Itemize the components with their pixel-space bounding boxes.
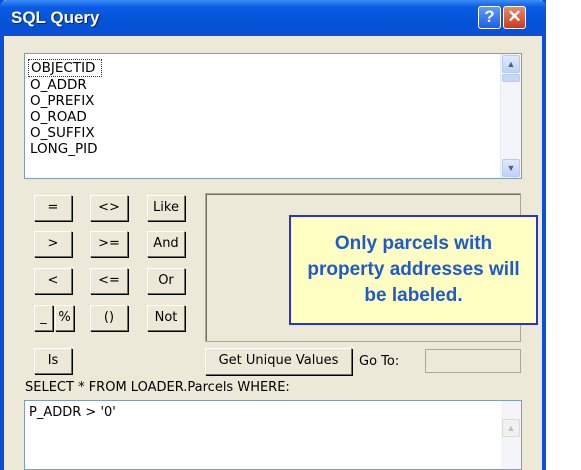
- scroll-down-arrow-icon[interactable]: ▼: [502, 159, 520, 177]
- sql-scrollbar[interactable]: ▲: [501, 401, 521, 469]
- scroll-thumb[interactable]: [502, 74, 520, 82]
- sql-prefix-label: SELECT * FROM LOADER.Parcels WHERE:: [25, 380, 290, 395]
- help-button[interactable]: ?: [478, 6, 501, 29]
- and-button[interactable]: And: [147, 231, 185, 257]
- equals-button[interactable]: =: [34, 195, 72, 221]
- field-item[interactable]: O_PREFIX: [28, 93, 521, 109]
- greater-than-button[interactable]: >: [34, 231, 72, 257]
- window-title: SQL Query: [11, 8, 100, 27]
- greater-equal-button[interactable]: >=: [90, 231, 128, 257]
- sql-expression-textarea[interactable]: P_ADDR > '0' ▲: [24, 400, 522, 470]
- or-button[interactable]: Or: [147, 268, 185, 294]
- get-unique-values-button[interactable]: Get Unique Values: [205, 348, 352, 375]
- annotation-callout: Only parcels with property addresses wil…: [289, 215, 538, 325]
- scroll-up-arrow-icon[interactable]: ▲: [502, 419, 520, 437]
- field-item[interactable]: O_ADDR: [28, 77, 521, 93]
- scroll-up-arrow-icon[interactable]: ▲: [502, 55, 520, 73]
- callout-text: Only parcels with property addresses wil…: [307, 233, 520, 306]
- not-button[interactable]: Not: [147, 305, 185, 331]
- field-item[interactable]: LONG_PID: [28, 141, 521, 157]
- underscore-button[interactable]: _: [34, 305, 53, 331]
- less-equal-button[interactable]: <=: [90, 268, 128, 294]
- title-bar[interactable]: SQL Query ? ✕: [0, 0, 546, 36]
- go-to-input[interactable]: [425, 349, 521, 373]
- field-list-scrollbar[interactable]: ▲ ▼: [500, 54, 521, 178]
- parentheses-button[interactable]: (): [90, 305, 128, 331]
- like-button[interactable]: Like: [147, 195, 185, 221]
- not-equal-button[interactable]: <>: [90, 195, 128, 221]
- field-item[interactable]: O_ROAD: [28, 109, 521, 125]
- field-item[interactable]: O_SUFFIX: [28, 125, 521, 141]
- close-button[interactable]: ✕: [503, 6, 526, 29]
- is-button[interactable]: Is: [34, 348, 72, 374]
- percent-button[interactable]: %: [55, 305, 74, 331]
- sql-expression-text: P_ADDR > '0': [29, 405, 116, 420]
- less-than-button[interactable]: <: [34, 268, 72, 294]
- field-list[interactable]: OBJECTID O_ADDR O_PREFIX O_ROAD O_SUFFIX…: [24, 53, 522, 179]
- field-item[interactable]: OBJECTID: [28, 59, 103, 77]
- go-to-label: Go To:: [359, 354, 400, 369]
